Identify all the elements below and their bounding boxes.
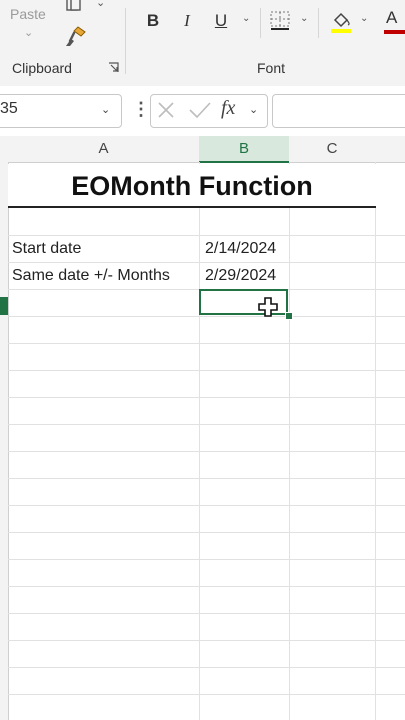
cell-b-same-date[interactable]: 2/29/2024 [205,263,276,289]
row-headers[interactable] [0,162,9,720]
clipboard-group-label: Clipboard [12,60,72,76]
borders-icon[interactable] [270,11,290,31]
gridline [199,162,200,720]
chevron-down-icon[interactable]: ⌄ [96,0,105,9]
insert-function-icon[interactable]: fx [221,97,235,120]
gridline [8,667,405,668]
title-bottom-border [8,206,376,208]
chevron-down-icon[interactable]: ⌄ [24,26,33,39]
gridline [8,478,405,479]
gridline [8,451,405,452]
column-header-c[interactable]: C [289,136,375,162]
font-color-button[interactable]: A [386,8,397,28]
gridline [8,613,405,614]
bold-button[interactable]: B [144,10,162,32]
chevron-down-icon[interactable]: ⌄ [249,103,258,116]
name-box-value: 35 [0,100,18,117]
fill-handle[interactable] [285,312,293,320]
sheet-title-cell[interactable]: EOMonth Function [8,164,376,208]
format-painter-icon[interactable] [64,24,88,48]
gridline [8,532,405,533]
chevron-down-icon[interactable]: ⌄ [300,13,308,24]
separator [260,8,261,38]
font-color-swatch [384,30,405,34]
chevron-down-icon[interactable]: ⌄ [101,103,110,116]
cell-a-start-date[interactable]: Start date [12,236,81,262]
column-header-a[interactable]: A [8,136,199,162]
underline-button[interactable]: U [212,10,230,32]
gridline [8,424,405,425]
active-row-indicator [0,297,8,315]
enter-icon[interactable] [188,100,212,120]
gridline [8,559,405,560]
separator [318,8,319,38]
gridline [289,162,290,720]
formula-input[interactable] [272,94,405,128]
gridline [8,370,405,371]
gridline [8,586,405,587]
cell-cursor-icon [258,297,278,317]
column-header-b[interactable]: B [199,136,289,163]
group-separator [125,8,126,74]
gridline [375,162,376,720]
gridline [8,640,405,641]
chevron-down-icon[interactable]: ⌄ [242,13,250,24]
cell-b-start-date[interactable]: 2/14/2024 [205,236,276,262]
cancel-icon[interactable] [156,100,176,120]
gridline [8,694,405,695]
gridline [8,316,405,317]
copy-icon[interactable] [64,0,82,12]
chevron-down-icon[interactable]: ⌄ [360,13,368,24]
gridline [8,397,405,398]
fill-color-icon[interactable] [330,10,352,34]
font-group-label: Font [257,60,286,76]
more-options-icon[interactable]: ⋮ [132,99,150,120]
gridline [8,505,405,506]
paste-button[interactable]: Paste [10,6,46,22]
italic-button[interactable]: I [178,10,196,32]
gridline [8,343,405,344]
dialog-launcher-icon[interactable] [108,62,119,73]
cell-a-same-date[interactable]: Same date +/- Months [12,263,170,289]
